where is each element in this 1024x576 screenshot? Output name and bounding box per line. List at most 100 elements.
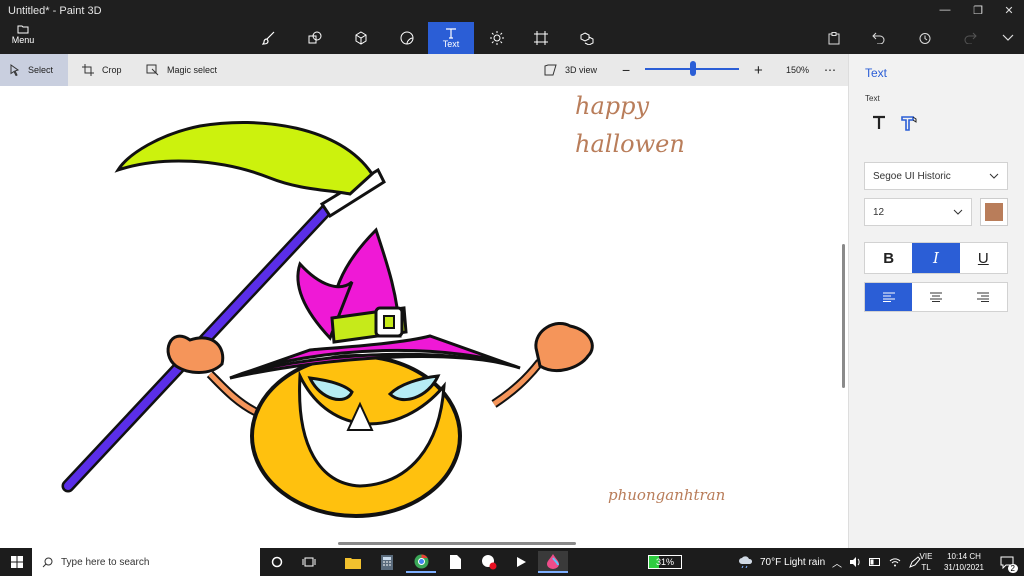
expand-button[interactable] — [996, 28, 1020, 48]
calculator-icon — [381, 554, 393, 570]
3d-text-button[interactable] — [897, 112, 921, 134]
menu-label: Menu — [11, 35, 35, 45]
battery-icon[interactable] — [869, 558, 881, 566]
document-icon — [449, 555, 461, 569]
taskbar-messenger[interactable] — [474, 551, 504, 573]
minimize-button[interactable]: — — [930, 0, 960, 20]
align-right-button[interactable] — [960, 283, 1007, 311]
underline-button[interactable]: U — [960, 243, 1007, 273]
taskbar-calculator[interactable] — [372, 551, 402, 573]
taskbar-file-explorer[interactable] — [338, 551, 368, 573]
scythe-blade — [114, 121, 374, 196]
cortana-button[interactable] — [262, 551, 292, 573]
text-color-fill — [985, 203, 1003, 221]
magic-select-button[interactable]: Magic select — [136, 54, 227, 86]
3d-library-icon — [580, 32, 594, 45]
text-style-group: B I U — [864, 242, 1008, 274]
tool-2d-shapes[interactable] — [292, 22, 338, 54]
align-right-icon — [977, 292, 990, 302]
align-left-icon — [882, 292, 895, 302]
more-options-button[interactable]: ⋯ — [814, 54, 846, 86]
history-icon — [919, 32, 930, 44]
taskbar-document[interactable] — [440, 551, 470, 573]
text-align-group — [864, 282, 1008, 312]
chevron-down-icon — [989, 173, 999, 179]
weather-widget[interactable]: 70°F Light rain — [738, 548, 825, 576]
paste-button[interactable] — [822, 28, 846, 48]
3d-view-label: 3D view — [565, 65, 598, 75]
drawing-canvas[interactable]: happy hallowen phuonganhtran — [0, 86, 848, 548]
tool-brushes[interactable] — [246, 22, 292, 54]
magic-select-icon — [146, 64, 159, 76]
cloud-rain-icon — [739, 556, 753, 568]
input-language[interactable]: VIE TL — [914, 551, 938, 573]
paint3d-window: Untitled* - Paint 3D — ❐ ✕ Menu Text Sel… — [0, 0, 1024, 548]
font-size-select[interactable]: 12 — [864, 198, 972, 226]
volume-icon[interactable] — [850, 557, 861, 567]
notification-count: 2 — [1007, 564, 1018, 573]
menu-button[interactable]: Menu — [4, 22, 42, 52]
zoom-out-button[interactable]: − — [612, 54, 640, 86]
halloween-drawing — [61, 121, 594, 518]
tool-stickers[interactable] — [384, 22, 430, 54]
start-button[interactable] — [2, 551, 32, 573]
taskbar-media-player[interactable] — [506, 551, 536, 573]
canvas-text-hallowen[interactable]: hallowen — [575, 130, 685, 158]
undo-button[interactable] — [866, 28, 890, 48]
zoom-slider-thumb[interactable] — [690, 61, 696, 76]
align-center-button[interactable] — [912, 283, 959, 311]
language-top: VIE — [919, 552, 933, 561]
title-and-ribbon-bar: Untitled* - Paint 3D — ❐ ✕ Menu Text — [0, 0, 1024, 54]
2d-text-button[interactable] — [867, 112, 891, 134]
maximize-button[interactable]: ❐ — [963, 0, 993, 20]
magic-select-label: Magic select — [167, 65, 218, 75]
bold-button[interactable]: B — [865, 243, 912, 273]
tool-canvas[interactable] — [518, 22, 564, 54]
battery-indicator[interactable]: 31% — [648, 548, 682, 576]
tool-effects[interactable] — [474, 22, 520, 54]
taskbar-paint3d[interactable] — [538, 551, 568, 573]
redo-button[interactable] — [958, 28, 982, 48]
task-view-button[interactable] — [294, 551, 324, 573]
chevron-up-icon[interactable]: ︿ — [832, 555, 842, 570]
cube-icon — [355, 31, 367, 45]
canvas-text-happy[interactable]: happy — [575, 92, 649, 120]
close-button[interactable]: ✕ — [994, 0, 1024, 20]
tool-3d-shapes[interactable] — [338, 22, 384, 54]
text-color-swatch[interactable] — [980, 198, 1008, 226]
window-title: Untitled* - Paint 3D — [8, 5, 102, 17]
select-button[interactable]: Select — [0, 54, 68, 86]
task-view-icon — [302, 557, 316, 567]
canvas-icon — [534, 31, 548, 45]
left-hand — [166, 334, 225, 374]
zoom-level: 150% — [786, 65, 810, 75]
tool-text-label: Text — [442, 39, 460, 49]
notification-center-button[interactable]: 2 — [992, 551, 1022, 573]
brush-icon — [262, 31, 275, 45]
tool-text[interactable]: Text — [428, 22, 474, 54]
windows-logo-icon — [11, 556, 23, 568]
font-family-select[interactable]: Segoe UI Historic — [864, 162, 1008, 190]
taskbar-chrome[interactable] — [406, 551, 436, 573]
crop-button[interactable]: Crop — [72, 54, 132, 86]
taskbar-clock[interactable]: 10:14 CH 31/10/2021 — [936, 551, 992, 573]
horizontal-scrollbar[interactable] — [338, 542, 576, 545]
battery-level: 31% — [648, 555, 682, 569]
3d-text-icon — [901, 116, 917, 131]
paint3d-icon — [547, 553, 559, 569]
wifi-icon[interactable] — [889, 557, 901, 567]
search-placeholder: Type here to search — [61, 556, 150, 568]
hat-buckle-center — [383, 315, 395, 329]
history-button[interactable] — [912, 28, 936, 48]
vertical-scrollbar[interactable] — [842, 244, 845, 388]
font-size-value: 12 — [873, 206, 885, 218]
align-left-button[interactable] — [865, 283, 913, 311]
3d-view-button[interactable]: 3D view — [534, 54, 607, 86]
right-hand — [534, 322, 594, 372]
italic-button[interactable]: I — [912, 243, 960, 273]
canvas-text-signature[interactable]: phuonganhtran — [608, 486, 725, 504]
tool-3d-library[interactable] — [564, 22, 610, 54]
taskbar-search-box[interactable]: Type here to search — [32, 548, 260, 576]
zoom-in-button[interactable]: + — [744, 54, 773, 86]
messenger-icon — [482, 555, 497, 570]
